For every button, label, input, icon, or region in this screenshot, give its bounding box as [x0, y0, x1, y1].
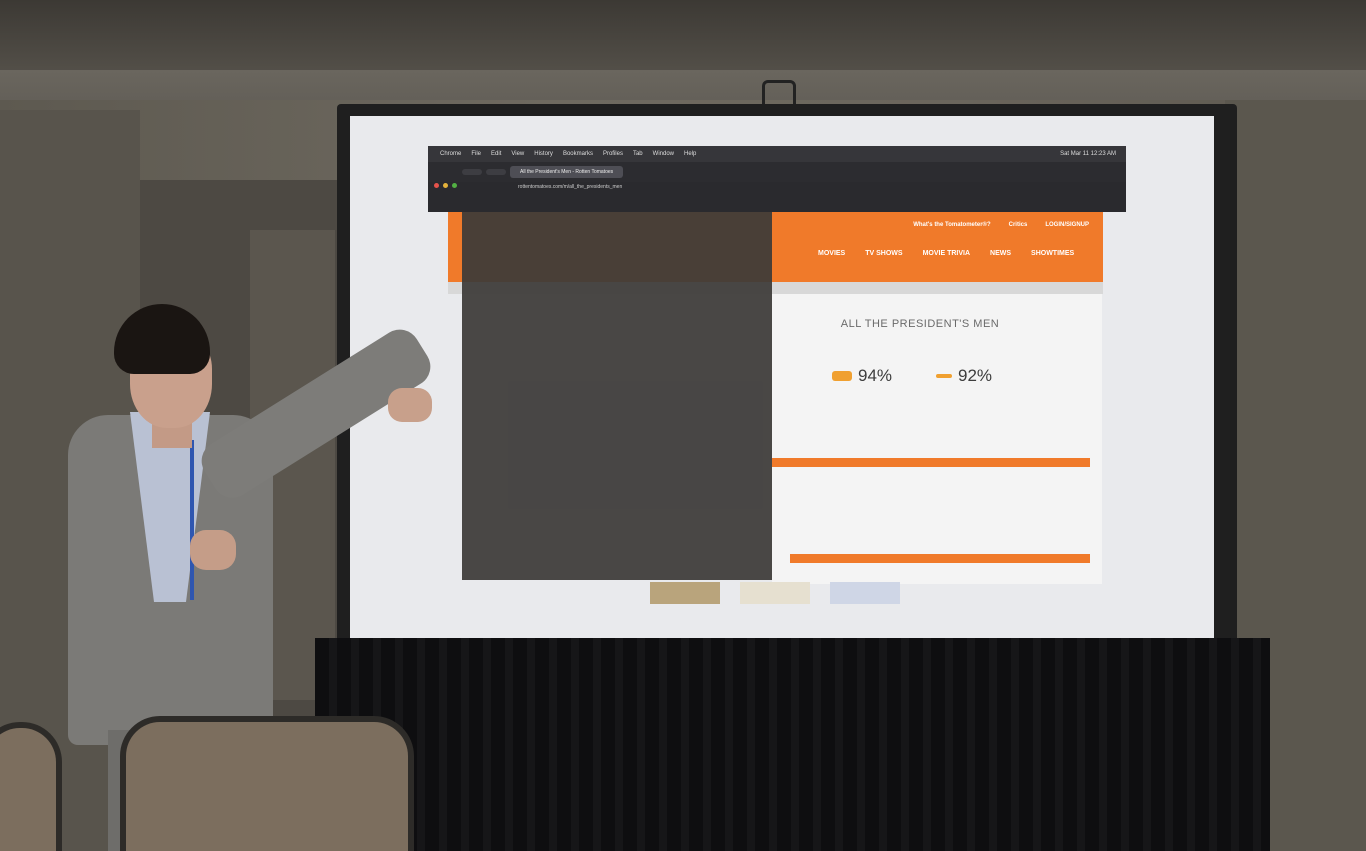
pointing-hand [388, 388, 432, 422]
minimize-dot-icon [443, 183, 448, 188]
browser-tab [486, 169, 506, 175]
header-link: What's the Tomatometer®? [913, 222, 991, 228]
site-nav: MOVIES TV SHOWS MOVIE TRIVIA NEWS SHOWTI… [818, 250, 1074, 257]
thumbnail [740, 582, 810, 604]
address-bar: rottentomatoes.com/m/all_the_presidents_… [518, 184, 623, 190]
menu-item: Window [652, 151, 674, 157]
nav-item: MOVIE TRIVIA [922, 250, 971, 257]
presenter-hair [114, 304, 210, 374]
section-divider [790, 554, 1090, 563]
tomato-icon [832, 371, 852, 381]
tomatometer-value: 94% [858, 366, 893, 385]
page-body [772, 294, 1102, 584]
menu-item: Profiles [602, 151, 623, 157]
thumbnail [830, 582, 900, 604]
movie-title: ALL THE PRESIDENT'S MEN [840, 318, 1000, 330]
menu-item: History [534, 151, 553, 157]
nav-item: SHOWTIMES [1031, 250, 1075, 257]
menu-item: Bookmarks [562, 151, 593, 157]
audience-score: 92% [936, 366, 992, 386]
mac-menu-bar: Chrome File Edit View History Bookmarks … [428, 146, 1126, 162]
devtools-panel [462, 212, 772, 580]
browser-tab-active: All the President's Men - Rotten Tomatoe… [510, 166, 624, 178]
menu-item: Tab [632, 151, 643, 157]
nav-item: TV SHOWS [865, 250, 903, 257]
chair [0, 722, 62, 851]
menu-item: View [511, 151, 525, 157]
thumbnail [650, 582, 720, 604]
nav-item: NEWS [990, 250, 1012, 257]
thumbnail-row [650, 582, 1090, 606]
audience-value: 92% [958, 366, 993, 385]
menu-item: File [471, 151, 482, 157]
browser-toolbar: rottentomatoes.com/m/all_the_presidents_… [428, 182, 1126, 212]
nav-item: MOVIES [818, 250, 846, 257]
header-links: What's the Tomatometer®? Critics LOGIN/S… [913, 222, 1089, 228]
tomatometer-score: 94% [832, 366, 892, 386]
menu-clock: Sat Mar 11 12:23 AM [1060, 151, 1116, 157]
browser-tab-bar: All the President's Men - Rotten Tomatoe… [428, 162, 1126, 182]
window-controls [434, 183, 457, 188]
chair [120, 716, 414, 851]
header-link: LOGIN/SIGNUP [1045, 222, 1089, 228]
header-link: Critics [1008, 222, 1028, 228]
ceiling [0, 0, 1366, 78]
zoom-dot-icon [452, 183, 457, 188]
popcorn-icon [936, 374, 952, 378]
lanyard [190, 440, 194, 600]
close-dot-icon [434, 183, 439, 188]
menu-item: Help [684, 151, 697, 157]
clicker-hand [190, 530, 236, 570]
menu-item: Edit [491, 151, 502, 157]
browser-tab [462, 169, 482, 175]
menu-item: Chrome [440, 151, 462, 157]
section-divider [772, 458, 1090, 467]
